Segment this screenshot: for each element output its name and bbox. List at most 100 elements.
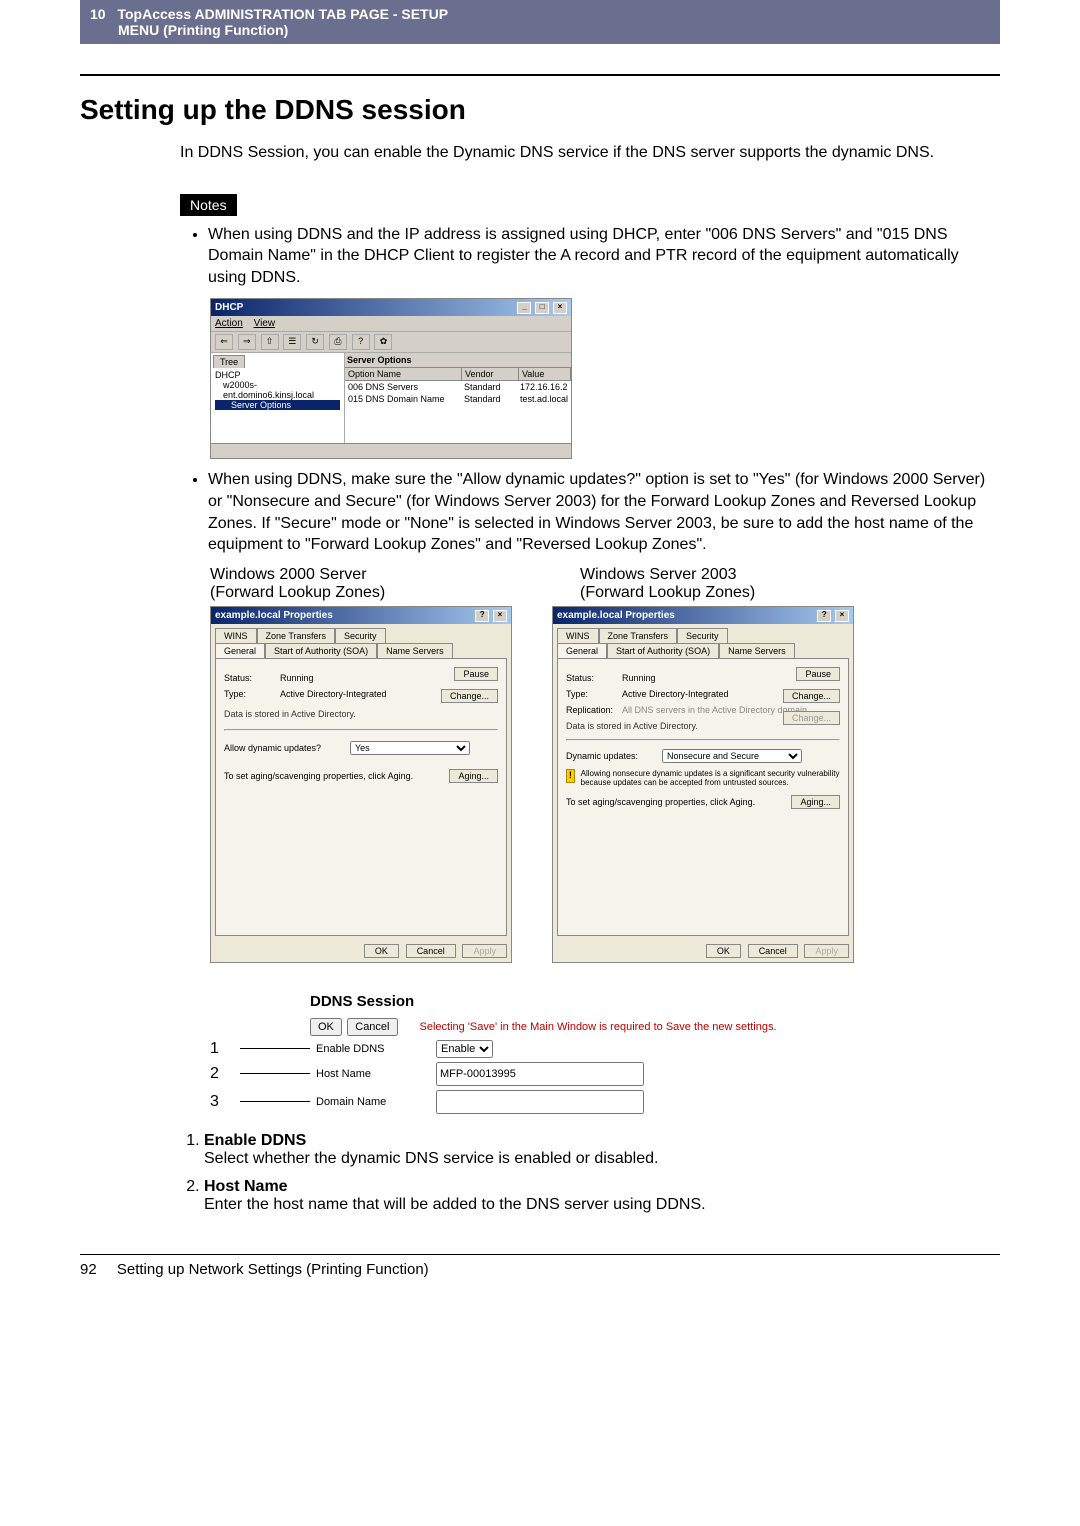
maximize-icon[interactable]: □ [535,302,549,314]
chapter-header: 10 TopAccess ADMINISTRATION TAB PAGE - S… [80,0,1000,44]
export-icon[interactable]: ⎙ [329,334,347,350]
ddns-ok-button[interactable]: OK [310,1018,342,1036]
settings-icon[interactable]: ✿ [374,334,392,350]
tab-zone-transfers[interactable]: Zone Transfers [257,628,336,643]
host-name-label: Host Name [316,1068,436,1080]
caption-win2003-b: (Forward Lookup Zones) [580,584,910,602]
tab-security[interactable]: Security [335,628,386,643]
cell-vendor: Standard [461,394,517,404]
aging-text: To set aging/scavenging properties, clic… [566,797,785,807]
chapter-number: 10 [90,6,106,22]
props-title: example.local Properties [557,610,675,621]
allow-updates-label: Allow dynamic updates? [224,743,344,753]
callout-line [240,1073,310,1074]
forward-icon[interactable]: ⇒ [238,334,256,350]
replication-value: All DNS servers in the Active Directory … [622,705,807,715]
status-label: Status: [566,673,616,683]
apply-button: Apply [804,944,849,958]
field-desc-2: Host Name Enter the host name that will … [204,1178,990,1214]
cancel-button[interactable]: Cancel [748,944,798,958]
aging-button[interactable]: Aging... [791,795,840,809]
dhcp-titlebar: DHCP _ □ × [211,299,571,316]
tab-name-servers[interactable]: Name Servers [719,643,795,658]
close-icon[interactable]: × [553,302,567,314]
ddns-session-panel: DDNS Session OK Cancel Selecting 'Save' … [210,993,1000,1114]
tree-node[interactable]: w2000s-ent.domino6.kinsj.local [215,380,340,400]
ddns-title: DDNS Session [310,993,1000,1010]
col-value[interactable]: Value [519,368,571,380]
help-icon[interactable]: ? [475,610,489,622]
status-value: Running [280,673,314,683]
callout-2: 2 [210,1065,240,1083]
list-icon[interactable]: ☰ [283,334,301,350]
col-option-name[interactable]: Option Name [345,368,462,380]
field-desc-1: Enable DDNS Select whether the dynamic D… [204,1132,990,1168]
tree-tab[interactable]: Tree [213,355,245,368]
field-text-2: Enter the host name that will be added t… [204,1196,706,1213]
dynamic-updates-select[interactable]: Nonsecure and Secure [662,749,802,763]
replication-label: Replication: [566,705,616,715]
back-icon[interactable]: ⇐ [215,334,233,350]
close-icon[interactable]: × [493,610,507,622]
allow-updates-select[interactable]: Yes [350,741,470,755]
table-row[interactable]: 006 DNS Servers Standard 172.16.16.2 [345,381,571,393]
ddns-hint: Selecting 'Save' in the Main Window is r… [420,1021,777,1033]
col-vendor[interactable]: Vendor [462,368,519,380]
status-value: Running [622,673,656,683]
tab-security[interactable]: Security [677,628,728,643]
change-button[interactable]: Change... [783,689,840,703]
tab-general[interactable]: General [557,643,607,658]
tab-general[interactable]: General [215,643,265,658]
caption-win2000-b: (Forward Lookup Zones) [210,584,540,602]
close-icon[interactable]: × [835,610,849,622]
intro-paragraph: In DDNS Session, you can enable the Dyna… [180,142,990,164]
tab-name-servers[interactable]: Name Servers [377,643,453,658]
tab-soa[interactable]: Start of Authority (SOA) [607,643,719,658]
ddns-cancel-button[interactable]: Cancel [347,1018,397,1036]
host-name-input[interactable] [436,1062,644,1086]
change-button-disabled: Change... [783,711,840,725]
help-icon[interactable]: ? [352,334,370,350]
type-value: Active Directory-Integrated [280,689,387,699]
tab-soa[interactable]: Start of Authority (SOA) [265,643,377,658]
callout-line [240,1048,310,1049]
ok-button[interactable]: OK [364,944,399,958]
dhcp-window: DHCP _ □ × Action View ⇐ ⇒ ⇧ ☰ ↻ ⎙ ? ✿ [210,298,572,459]
apply-button: Apply [462,944,507,958]
tab-zone-transfers[interactable]: Zone Transfers [599,628,678,643]
change-button[interactable]: Change... [441,689,498,703]
note-item-1: When using DDNS and the IP address is as… [208,224,990,289]
tab-wins[interactable]: WINS [557,628,599,643]
props-dialog-2003: example.local Properties ? × WINS Zone T… [552,606,854,963]
aging-button[interactable]: Aging... [449,769,498,783]
table-row[interactable]: 015 DNS Domain Name Standard test.ad.loc… [345,393,571,405]
pause-button[interactable]: Pause [454,667,498,681]
aging-text: To set aging/scavenging properties, clic… [224,771,443,781]
refresh-icon[interactable]: ↻ [306,334,324,350]
status-label: Status: [224,673,274,683]
type-label: Type: [224,689,274,699]
tab-wins[interactable]: WINS [215,628,257,643]
list-pane: Server Options Option Name Vendor Value … [345,353,571,443]
menu-view[interactable]: View [254,318,276,329]
warning-text: Allowing nonsecure dynamic updates is a … [581,769,840,787]
menu-action[interactable]: Action [215,318,243,329]
up-icon[interactable]: ⇧ [261,334,279,350]
ok-button[interactable]: OK [706,944,741,958]
domain-name-input[interactable] [436,1090,644,1114]
help-icon[interactable]: ? [817,610,831,622]
minimize-icon[interactable]: _ [517,302,531,314]
tree-selected[interactable]: Server Options [215,400,340,410]
enable-ddns-select[interactable]: Enable [436,1040,493,1058]
dhcp-toolbar: ⇐ ⇒ ⇧ ☰ ↻ ⎙ ? ✿ [211,332,571,353]
caption-win2003-a: Windows Server 2003 [580,566,910,584]
cancel-button[interactable]: Cancel [406,944,456,958]
tree-root[interactable]: DHCP [215,370,340,380]
pause-button[interactable]: Pause [796,667,840,681]
enable-ddns-label: Enable DDNS [316,1043,436,1055]
cell-vendor: Standard [461,382,517,392]
footer-text: Setting up Network Settings (Printing Fu… [117,1261,429,1278]
props-title: example.local Properties [215,610,333,621]
props-titlebar: example.local Properties ? × [211,607,511,624]
field-name-2: Host Name [204,1178,288,1195]
